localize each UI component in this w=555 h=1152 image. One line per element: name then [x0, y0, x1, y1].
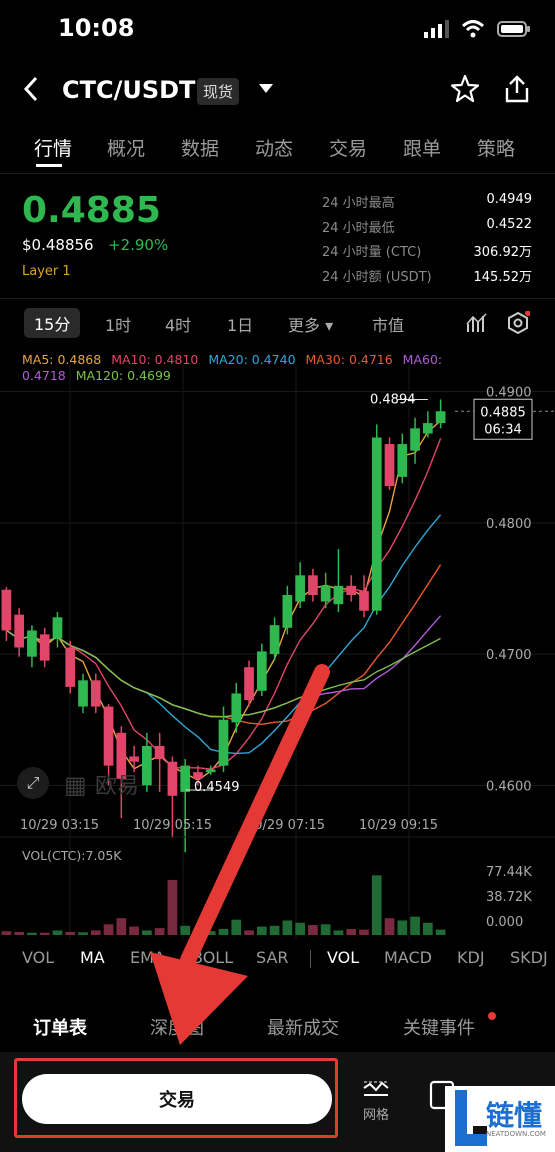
annotation-arrow	[150, 664, 330, 1045]
